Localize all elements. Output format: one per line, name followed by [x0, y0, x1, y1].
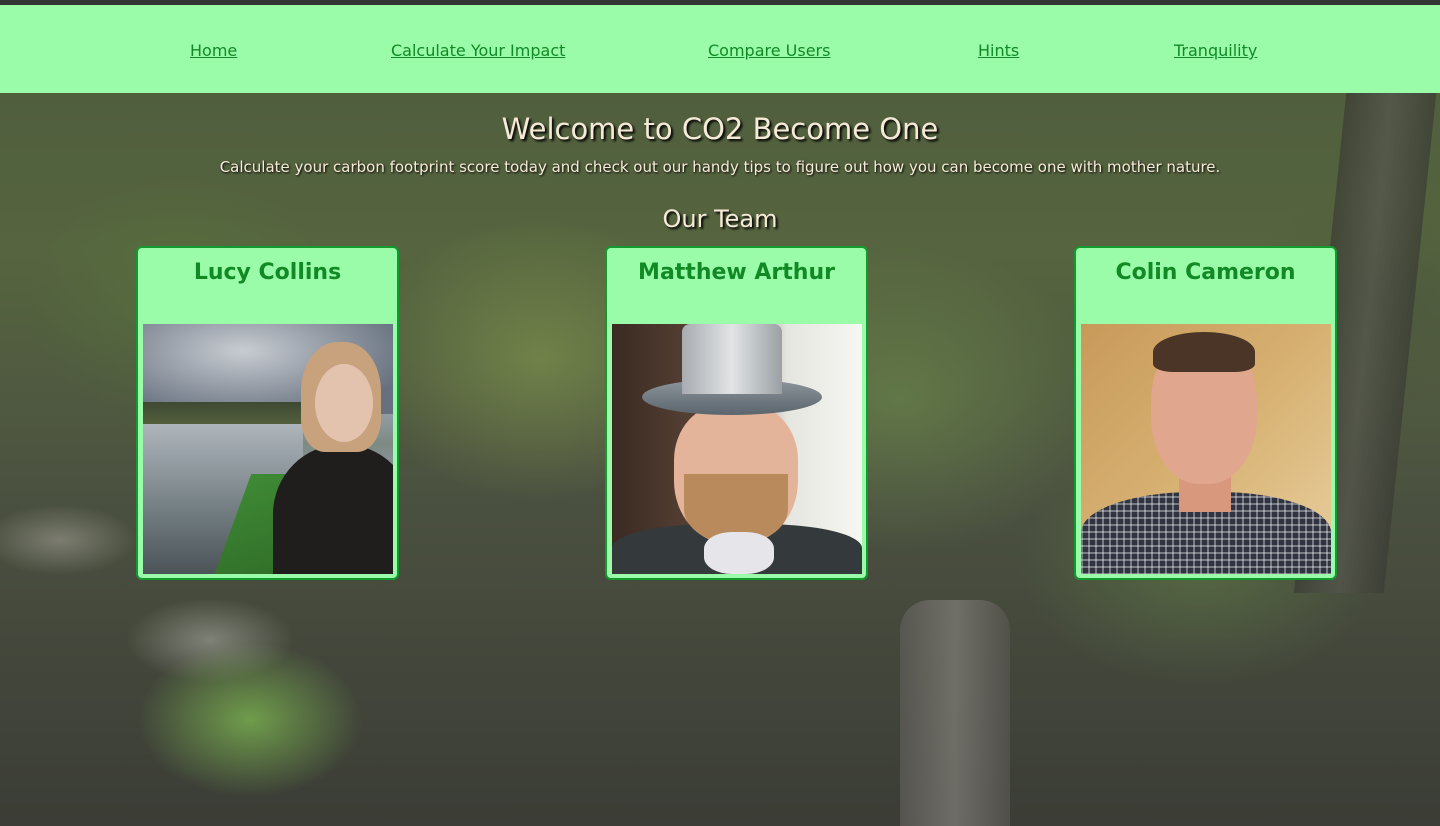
navbar: Home Calculate Your Impact Compare Users… [0, 5, 1440, 93]
page-title: Welcome to CO2 Become One [501, 112, 939, 146]
team-card-matthew: Matthew Arthur [605, 246, 868, 580]
nav-link-calculate-impact[interactable]: Calculate Your Impact [391, 41, 565, 60]
nav-link-hints[interactable]: Hints [978, 41, 1019, 60]
team-card-lucy: Lucy Collins [136, 246, 399, 580]
team-member-photo [612, 324, 862, 574]
background-tree-trunk [900, 600, 1010, 826]
team-member-name: Lucy Collins [193, 260, 342, 285]
team-member-name: Matthew Arthur [638, 260, 835, 285]
team-card-colin: Colin Cameron [1074, 246, 1337, 580]
page-subtitle: Calculate your carbon footprint score to… [219, 158, 1221, 176]
team-member-photo [143, 324, 393, 574]
team-member-name: Colin Cameron [1115, 260, 1296, 285]
nav-link-home[interactable]: Home [190, 41, 237, 60]
team-member-photo [1081, 324, 1331, 574]
team-heading: Our Team [662, 205, 778, 233]
nav-link-tranquility[interactable]: Tranquility [1174, 41, 1257, 60]
nav-link-compare-users[interactable]: Compare Users [708, 41, 830, 60]
